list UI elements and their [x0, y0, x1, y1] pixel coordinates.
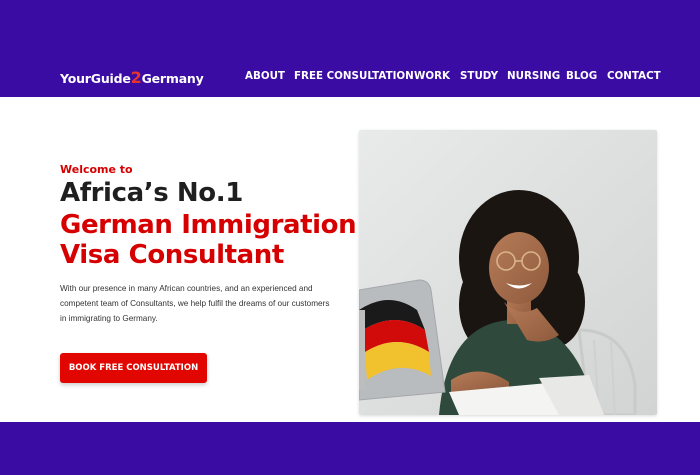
main-navigation: ABOUT FREE CONSULTATION WORK STUDY NURSI…: [0, 70, 700, 84]
nav-item-study[interactable]: STUDY: [460, 70, 498, 82]
welcome-text: Welcome to: [60, 163, 133, 176]
bottom-band: [0, 422, 700, 475]
hero-photo-woman-with-laptop-and-german-flag: [359, 130, 657, 415]
hero-title-line3: Visa Consultant: [60, 240, 284, 270]
nav-item-free-consultation[interactable]: FREE CONSULTATION: [294, 70, 414, 82]
nav-item-about[interactable]: ABOUT: [245, 70, 285, 82]
hero-title-line1: Africa’s No.1: [60, 178, 243, 208]
nav-item-work[interactable]: WORK: [414, 70, 450, 82]
top-header-bar: YourGuide2Germany ABOUT FREE CONSULTATIO…: [0, 0, 700, 97]
hero-title-line2: German Immigration: [60, 210, 357, 240]
nav-item-blog[interactable]: BLOG: [566, 70, 597, 82]
book-free-consultation-button[interactable]: BOOK FREE CONSULTATION: [60, 353, 207, 383]
nav-item-contact[interactable]: CONTACT: [607, 70, 661, 82]
hero-description: With our presence in many African countr…: [60, 284, 330, 323]
nav-item-nursing[interactable]: NURSING: [507, 70, 560, 82]
